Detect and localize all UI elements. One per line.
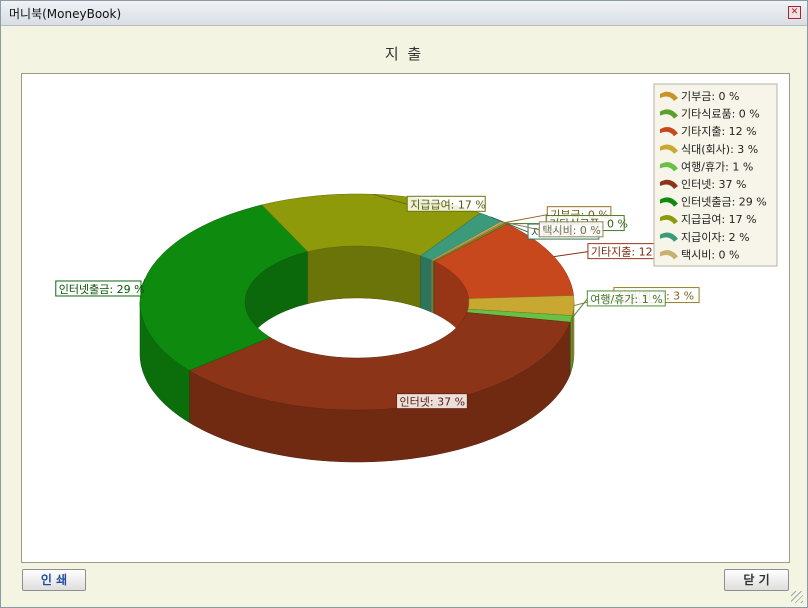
donut-chart: 기부금: 0 % 기타식료품: 0 % 기타지출: 12 % 식대(회사): 3 % 여… (55, 83, 778, 463)
label-text: 지급급여: 17 % (410, 198, 486, 211)
print-button[interactable]: 인 쇄 (22, 569, 86, 591)
label-text: 인터넷출금: 29 % (59, 283, 145, 296)
close-button[interactable]: 닫 기 (724, 569, 789, 591)
window-title: 머니북(MoneyBook) (9, 7, 122, 21)
data-label: 여행/휴가: 1 % (570, 290, 666, 320)
chart-panel: 기부금: 0 % 기타식료품: 0 % 기타지출: 12 % 식대(회사): 3 % 여… (21, 73, 790, 563)
legend-label: 식대(회사): 3 % (681, 143, 758, 156)
legend-label: 지급이자: 2 % (681, 231, 750, 244)
label-leader-line (553, 251, 588, 258)
label-text: 여행/휴가: 1 % (590, 293, 662, 306)
donut-inner-wall (431, 259, 433, 313)
donut-inner-wall (307, 245, 421, 309)
label-text: 택시비: 0 % (542, 224, 601, 237)
legend-label: 인터넷: 37 % (681, 178, 747, 191)
data-label: 기타지출: 12 % (553, 243, 667, 260)
donut-inner-wall (420, 255, 432, 313)
donut-outer-wall (569, 315, 573, 375)
app-window: 머니북(MoneyBook) ✕ 지 출 기부금: 0 %기타식료품: 0 %기… (0, 0, 808, 608)
window-close-icon[interactable]: ✕ (788, 6, 801, 19)
data-label: 인터넷출금: 29 % (55, 278, 146, 297)
chart-heading: 지 출 (384, 45, 424, 63)
legend-label: 여행/휴가: 1 % (681, 160, 753, 173)
legend-label: 택시비: 0 % (681, 248, 740, 261)
legend-label: 기부금: 0 % (681, 90, 740, 103)
title-bar[interactable]: 머니북(MoneyBook) ✕ (1, 1, 807, 26)
resize-grip-icon[interactable] (791, 591, 803, 603)
legend-label: 지급급여: 17 % (681, 213, 757, 226)
legend-label: 기타지출: 12 % (681, 125, 757, 138)
legend-label: 기타식료품: 0 % (681, 108, 760, 121)
data-label: 인터넷: 37 % (396, 393, 468, 410)
label-text: 인터넷: 37 % (400, 396, 466, 409)
legend-label: 인터넷출금: 29 % (681, 196, 767, 209)
donut-group (139, 193, 575, 463)
legend: 기부금: 0 % 기타식료품: 0 % 기타지출: 12 % 식대(회사): 3 % 여… (653, 83, 778, 267)
